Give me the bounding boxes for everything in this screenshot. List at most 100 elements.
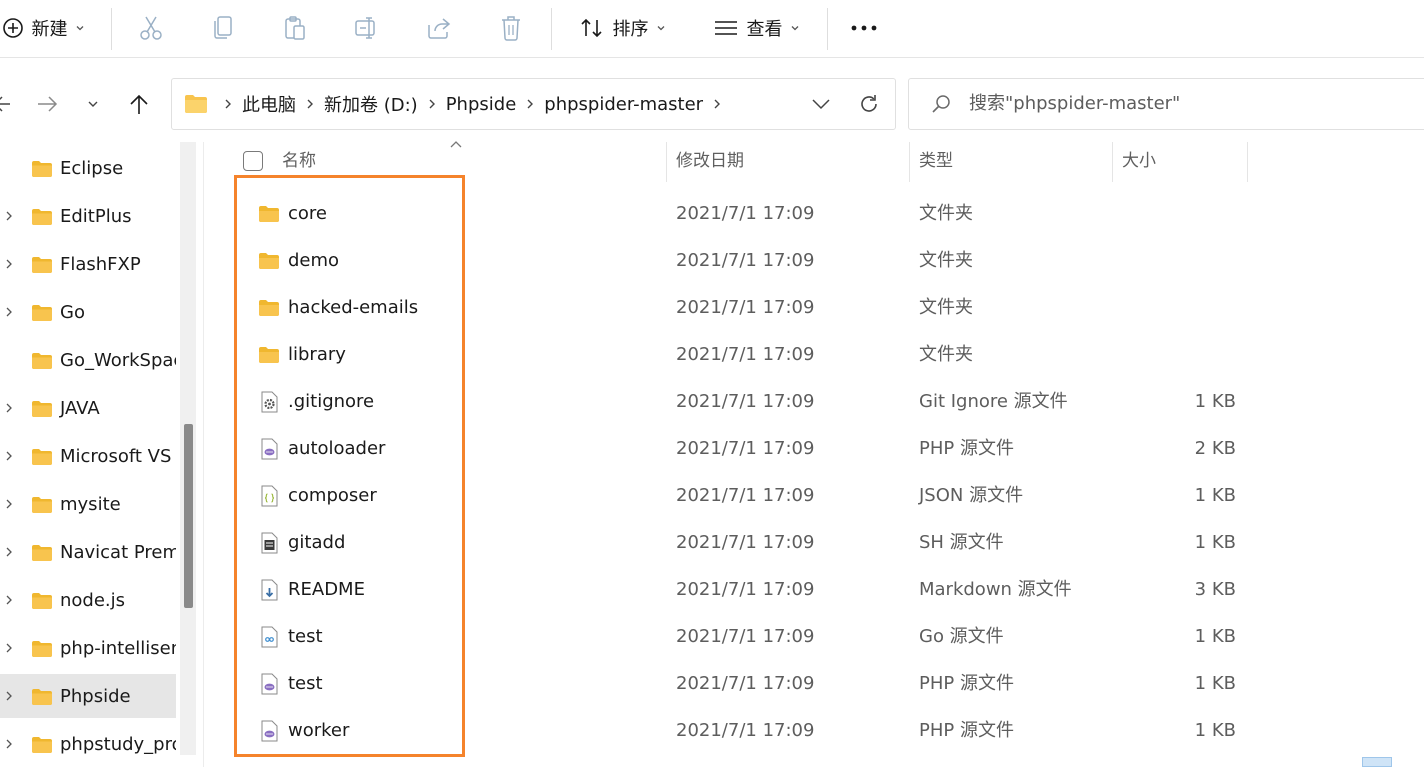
folder-icon [31,400,53,422]
go-file-icon [258,626,280,648]
sidebar-item[interactable]: phpstudy_pro [0,722,176,766]
sidebar-item[interactable]: Eclipse [0,146,176,190]
delete-button[interactable] [496,0,526,56]
sidebar-item[interactable]: JAVA [0,386,176,430]
breadcrumb-separator-icon [224,98,232,110]
sidebar-item[interactable]: node.js [0,578,176,622]
expand-chevron-icon[interactable] [2,738,16,750]
search-input[interactable] [969,79,1409,129]
sidebar-item[interactable]: Go [0,290,176,334]
php-file-icon [258,438,280,460]
sidebar-item[interactable]: mysite [0,482,176,526]
address-bar[interactable]: 此电脑 新加卷 (D:) Phpside phpspider-master [171,78,896,130]
folder-icon [31,448,53,470]
file-modified-date: 2021/7/1 17:09 [676,438,815,459]
view-button[interactable]: 查看 [706,0,806,56]
share-button[interactable] [424,0,454,56]
cut-button[interactable] [136,0,166,56]
column-header: 名称 修改日期 类型 大小 [204,142,1424,182]
file-type: PHP 源文件 [919,673,1014,694]
file-row[interactable]: README 2021/7/1 17:09 Markdown 源文件 3 KB [204,566,1264,613]
expand-chevron-icon[interactable] [2,642,16,654]
address-history-button[interactable] [808,91,834,117]
file-row[interactable]: test 2021/7/1 17:09 Go 源文件 1 KB [204,613,1264,660]
file-name: library [288,344,346,365]
expand-chevron-icon[interactable] [2,258,16,270]
expand-chevron-icon[interactable] [2,306,16,318]
column-header-modified[interactable]: 修改日期 [676,150,744,172]
file-row[interactable]: library 2021/7/1 17:09 文件夹 [204,331,1264,378]
expand-chevron-icon[interactable] [2,210,16,222]
file-row[interactable]: autoloader 2021/7/1 17:09 PHP 源文件 2 KB [204,425,1264,472]
breadcrumb-phpside[interactable]: Phpside [442,94,521,115]
sidebar-item[interactable]: EditPlus [0,194,176,238]
recent-locations-button[interactable] [82,88,104,120]
file-modified-date: 2021/7/1 17:09 [676,626,815,647]
sidebar-item-label: FlashFXP [60,253,141,275]
file-name: demo [288,250,340,271]
file-row[interactable]: test 2021/7/1 17:09 PHP 源文件 1 KB [204,660,1264,707]
sidebar-item[interactable]: Go_WorkSpac [0,338,176,382]
file-row[interactable]: .gitignore 2021/7/1 17:09 Git Ignore 源文件 1 … [204,378,1264,425]
file-modified-date: 2021/7/1 17:09 [676,720,815,741]
plus-circle-icon [2,18,23,38]
file-size: 1 KB [1194,391,1236,412]
more-options-button[interactable] [848,0,880,56]
column-header-type[interactable]: 类型 [919,150,953,172]
sidebar-item[interactable]: Phpside [0,674,176,718]
rename-button[interactable] [352,0,382,56]
file-name: test [288,626,323,647]
file-type: JSON 源文件 [919,485,1024,506]
sidebar-item[interactable]: php-intellisen [0,626,176,670]
file-row[interactable]: composer 2021/7/1 17:09 JSON 源文件 1 KB [204,472,1264,519]
sidebar-item-label: EditPlus [60,205,132,227]
trash-icon [502,16,520,41]
sidebar-item[interactable]: FlashFXP [0,242,176,286]
column-header-name[interactable]: 名称 [282,150,316,172]
file-row[interactable]: hacked-emails 2021/7/1 17:09 文件夹 [204,284,1264,331]
column-header-size[interactable]: 大小 [1122,150,1156,172]
file-type: SH 源文件 [919,532,1004,553]
column-divider[interactable] [1112,142,1113,182]
search-box[interactable] [908,78,1424,130]
sort-button[interactable]: 排序 [572,0,672,56]
sidebar-item[interactable]: Microsoft VS C [0,434,176,478]
file-name: composer [288,485,377,506]
expand-chevron-icon[interactable] [2,402,16,414]
expand-chevron-icon[interactable] [2,594,16,606]
file-row[interactable]: worker 2021/7/1 17:09 PHP 源文件 1 KB [204,707,1264,754]
up-button[interactable] [125,88,153,120]
file-name: hacked-emails [288,297,419,318]
expand-chevron-icon[interactable] [2,450,16,462]
details-view-toggle[interactable] [1362,757,1392,767]
copy-button[interactable] [208,0,238,56]
sidebar-item-label: Eclipse [60,157,124,179]
new-button[interactable]: 新建 [0,0,98,56]
expand-chevron-icon[interactable] [2,498,16,510]
breadcrumb-drive[interactable]: 新加卷 (D:) [320,91,422,117]
breadcrumb-this-pc[interactable]: 此电脑 [238,91,300,117]
file-name: README [288,579,365,600]
file-size: 1 KB [1194,485,1236,506]
folder-icon [258,203,280,225]
refresh-button[interactable] [856,91,882,117]
file-row[interactable]: demo 2021/7/1 17:09 文件夹 [204,237,1264,284]
file-size: 1 KB [1194,532,1236,553]
expand-chevron-icon[interactable] [2,690,16,702]
expand-chevron-icon[interactable] [2,546,16,558]
forward-button[interactable] [34,88,62,120]
file-row[interactable]: gitadd 2021/7/1 17:09 SH 源文件 1 KB [204,519,1264,566]
column-divider[interactable] [666,142,667,182]
sidebar-scrollbar-thumb[interactable] [184,424,193,608]
back-button[interactable] [0,88,12,120]
breadcrumb-current-folder[interactable]: phpspider-master [540,94,707,115]
column-divider[interactable] [1247,142,1248,182]
column-divider[interactable] [909,142,910,182]
file-type: 文件夹 [919,250,973,271]
file-size: 1 KB [1194,720,1236,741]
folder-icon [258,297,280,319]
file-row[interactable]: core 2021/7/1 17:09 文件夹 [204,190,1264,237]
sidebar-item[interactable]: Navicat Prem [0,530,176,574]
paste-button[interactable] [280,0,310,56]
breadcrumb-separator-icon [306,98,314,110]
